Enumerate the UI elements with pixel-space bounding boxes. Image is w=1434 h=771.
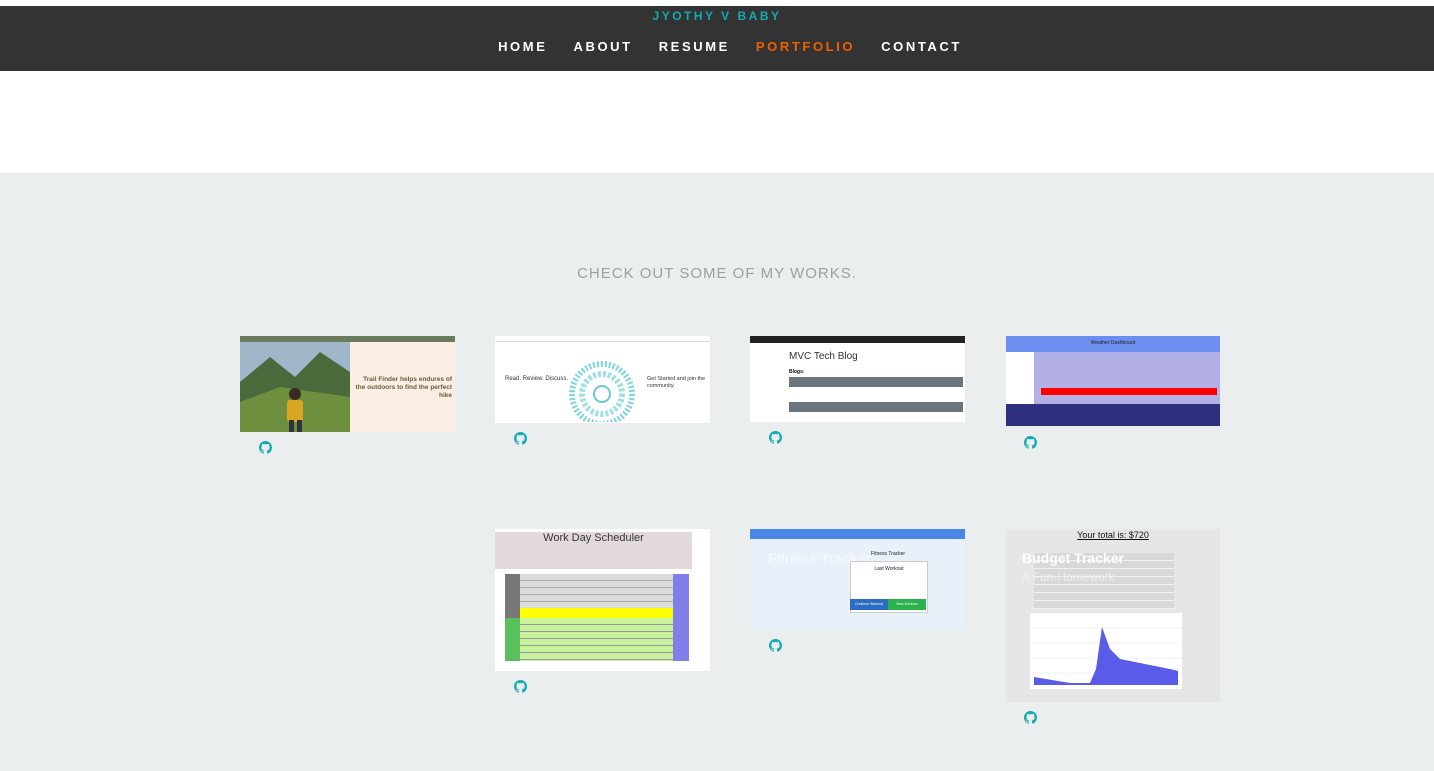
thumb-header-bar xyxy=(495,336,710,342)
future-hour-rows xyxy=(505,618,689,661)
popup-sub: Last Workout xyxy=(874,566,904,572)
nav-portfolio[interactable]: PORTFOLIO xyxy=(756,39,855,54)
thumb-text-right: Get Started and join the community. xyxy=(647,376,706,389)
nav-contact[interactable]: CONTACT xyxy=(881,39,962,54)
thumb-sub: Blogs: xyxy=(789,369,805,375)
new-workout-button: New Workout xyxy=(888,599,926,610)
site-brand[interactable]: JYOTHY V BABY xyxy=(0,9,1434,23)
thumb-text-left: Read. Review. Discuss. xyxy=(505,376,569,382)
github-icon[interactable] xyxy=(514,680,527,693)
thumb-title: Weather Dashboard xyxy=(1090,340,1136,346)
hour-labels-column-future xyxy=(505,618,520,661)
github-icon[interactable] xyxy=(769,639,782,652)
github-icon[interactable] xyxy=(259,441,272,454)
overlay-sub: A Fun-Homework xyxy=(1022,570,1115,584)
mandala-graphic xyxy=(569,361,635,422)
hiker-photo xyxy=(240,342,350,432)
portfolio-heading: CHECK OUT SOME OF MY WORKS. xyxy=(577,265,857,282)
white-band xyxy=(0,71,1434,173)
current-hour-row xyxy=(505,608,689,618)
blog-post-bar xyxy=(789,377,963,387)
past-hour-rows xyxy=(505,574,689,608)
github-icon[interactable] xyxy=(514,432,527,445)
nav-home[interactable]: HOME xyxy=(498,39,547,54)
overlay-title: Budget Tracker xyxy=(1022,550,1124,566)
project-thumbnail-trail-finder[interactable]: Trail Finder helps endures of the outdoo… xyxy=(240,336,455,432)
thumb-title: MVC Tech Blog xyxy=(789,351,858,362)
balance-chart xyxy=(1030,613,1182,689)
project-thumbnail-budget-tracker[interactable]: Your total is: $720 Budget Tracker A Fun… xyxy=(1006,529,1220,702)
forecast-strip xyxy=(1006,404,1220,426)
thumb-header-bar xyxy=(750,336,965,343)
uv-bar xyxy=(1041,388,1217,395)
popup-title: Fitness Tracker xyxy=(870,551,906,557)
nav-menu: HOME ABOUT RESUME PORTFOLIO CONTACT xyxy=(498,39,962,54)
save-buttons-column xyxy=(673,574,689,661)
github-icon[interactable] xyxy=(769,431,782,444)
search-panel xyxy=(1006,352,1034,404)
nav-about[interactable]: ABOUT xyxy=(573,39,632,54)
thumb-title: Your total is: $720 xyxy=(1077,530,1149,540)
nav-resume[interactable]: RESUME xyxy=(659,39,730,54)
thumb-text-trail-finder: Trail Finder helps endures of the outdoo… xyxy=(355,376,452,399)
nav-bar: JYOTHY V BABY HOME ABOUT RESUME PORTFOLI… xyxy=(0,6,1434,71)
project-thumbnail-mvc-tech-blog[interactable]: MVC Tech Blog Blogs: xyxy=(750,336,965,422)
project-thumbnail-review-community[interactable]: Read. Review. Discuss. Get Started and j… xyxy=(495,336,710,423)
project-thumbnail-weather-dashboard[interactable]: Weather Dashboard xyxy=(1006,336,1220,426)
project-thumbnail-fitness-tracker[interactable]: Fitness Tracker Fitness Tracker Last Wor… xyxy=(750,529,965,630)
blog-post-bar xyxy=(789,402,963,412)
continue-workout-button: Continue Workout xyxy=(850,599,888,610)
github-icon[interactable] xyxy=(1024,436,1037,449)
github-icon[interactable] xyxy=(1024,711,1037,724)
project-thumbnail-work-day-scheduler[interactable]: Work Day Scheduler xyxy=(495,529,710,671)
thumb-title: Work Day Scheduler xyxy=(543,532,644,544)
thumb-header-bar xyxy=(750,529,965,539)
